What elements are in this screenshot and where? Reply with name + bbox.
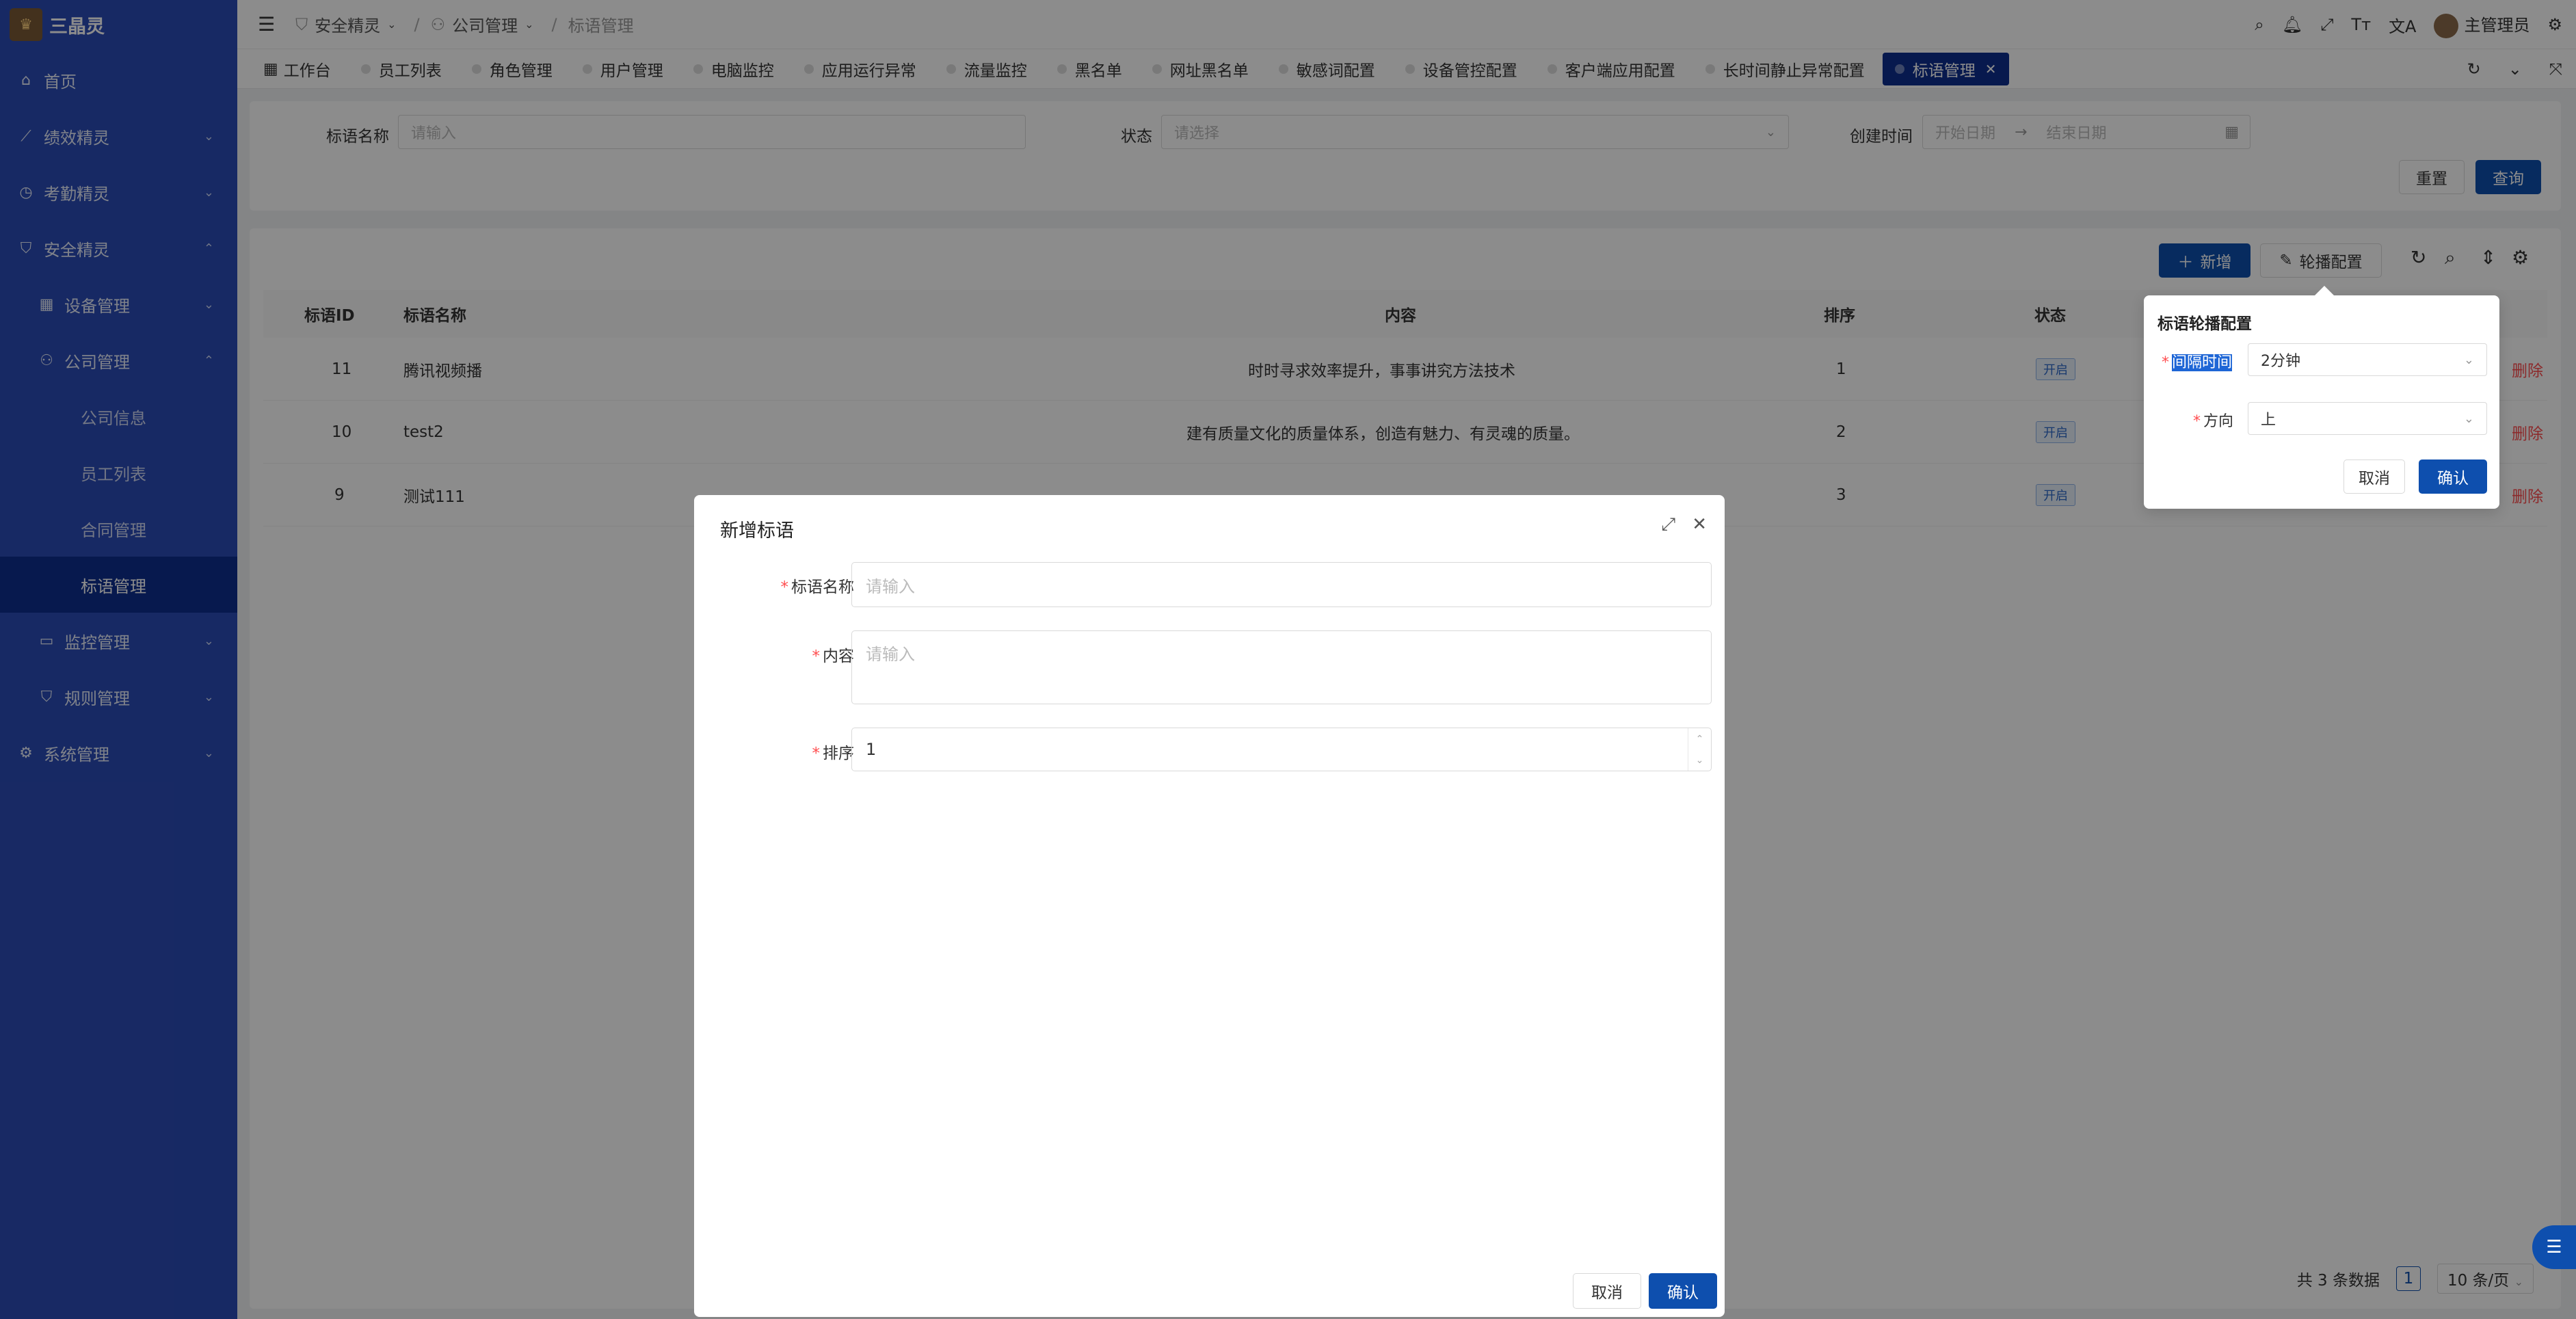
- modal-title: 新增标语: [720, 520, 794, 542]
- close-icon[interactable]: ✕: [1692, 514, 1707, 535]
- chevron-down-icon: ⌄: [2463, 352, 2474, 367]
- direction-select[interactable]: 上 ⌄: [2248, 402, 2487, 435]
- popover-confirm-button[interactable]: 确认: [2419, 459, 2487, 494]
- interval-label: * 间隔时间: [2162, 354, 2233, 371]
- chat-help-icon[interactable]: ☰: [2532, 1225, 2576, 1269]
- chevron-down-icon[interactable]: ⌄: [1696, 755, 1704, 766]
- popover-cancel-button[interactable]: 取消: [2343, 459, 2405, 494]
- chevron-down-icon: ⌄: [2463, 411, 2474, 426]
- add-slogan-modal: 新增标语 ⤢ ✕ * 标语名称 请输入 * 内容 请输入 * 排序 1 ⌃ ⌄ 取消 确…: [694, 495, 1725, 1317]
- sort-label: * 排序: [812, 745, 855, 762]
- fullscreen-icon[interactable]: ⤢: [1661, 514, 1675, 535]
- slogan-name-input[interactable]: 请输入: [851, 562, 1712, 607]
- modal-cancel-button[interactable]: 取消: [1573, 1273, 1641, 1309]
- content-label: * 内容: [812, 648, 855, 665]
- interval-select[interactable]: 2分钟 ⌄: [2248, 343, 2487, 376]
- sort-stepper[interactable]: ⌃ ⌄: [1688, 728, 1711, 771]
- sort-number-input[interactable]: 1 ⌃ ⌄: [851, 728, 1712, 771]
- popover-title: 标语轮播配置: [2157, 315, 2252, 333]
- chevron-up-icon[interactable]: ⌃: [1696, 734, 1704, 745]
- carousel-config-popover: 标语轮播配置 * 间隔时间 2分钟 ⌄ * 方向 上 ⌄ 取消 确认: [2144, 286, 2499, 509]
- direction-label: * 方向: [2193, 413, 2234, 430]
- modal-actions: ⤢ ✕: [1661, 514, 1707, 535]
- slogan-content-textarea[interactable]: 请输入: [851, 630, 1712, 704]
- modal-confirm-button[interactable]: 确认: [1649, 1273, 1717, 1309]
- name-label: * 标语名称: [780, 578, 855, 596]
